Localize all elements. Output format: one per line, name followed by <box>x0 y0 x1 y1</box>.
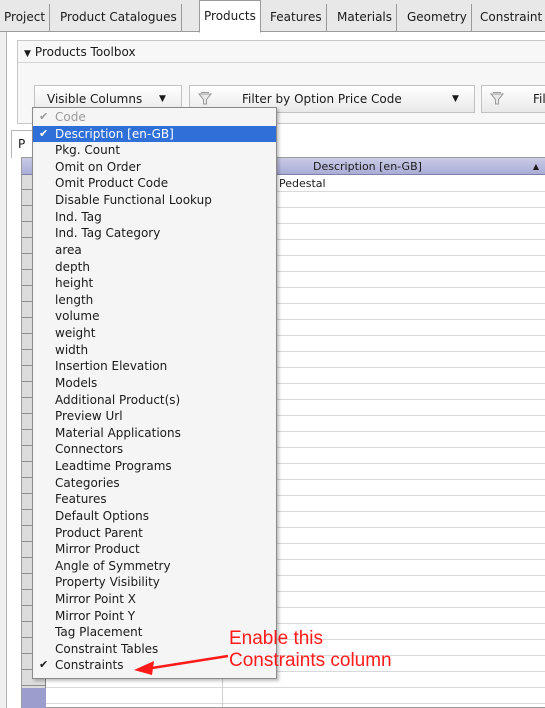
menu-item-label: Constraints <box>55 658 124 673</box>
menu-item-label: Ind. Tag Category <box>55 226 161 241</box>
menu-item-description-en-gb[interactable]: ✔ Description [en-GB] <box>33 125 276 143</box>
menu-item-ind-tag-category[interactable]: Ind. Tag Category <box>33 225 276 242</box>
filter-second-dropdown[interactable]: Filt <box>481 85 545 113</box>
menu-item-label: Features <box>55 492 107 507</box>
menu-item-label: length <box>55 292 94 307</box>
menu-item-additional-product-s[interactable]: Additional Product(s) <box>33 392 276 409</box>
menu-item-label: Disable Functional Lookup <box>55 193 212 208</box>
menu-item-label: Property Visibility <box>55 575 160 590</box>
checkmark-icon: ✔ <box>39 658 49 672</box>
column-header-description[interactable]: Description [en-GB] <box>313 158 422 175</box>
menu-item-depth[interactable]: depth <box>33 259 276 276</box>
collapse-triangle-icon: ▼ <box>24 49 31 59</box>
menu-item-label: Material Applications <box>55 425 181 440</box>
visible-columns-menu: ✔ Code ✔ Description [en-GB] Pkg. Count Omit … <box>32 107 277 679</box>
checkmark-icon: ✔ <box>39 126 49 140</box>
filter-funnel-icon <box>490 92 504 105</box>
menu-item-label: depth <box>55 259 90 274</box>
menu-item-volume[interactable]: volume <box>33 308 276 325</box>
toolbox-title: Products Toolbox <box>34 45 136 59</box>
annotation-callout: Enable this Constraints column <box>229 628 392 672</box>
toolbox-header[interactable]: ▼ Products Toolbox <box>18 41 545 63</box>
menu-item-default-options[interactable]: Default Options <box>33 508 276 525</box>
menu-item-label: Omit on Order <box>55 159 141 174</box>
menu-item-label: weight <box>55 326 96 341</box>
tab-project[interactable]: Project <box>0 4 51 32</box>
menu-item-features[interactable]: Features <box>33 491 276 508</box>
menu-item-disable-functional-lookup[interactable]: Disable Functional Lookup <box>33 192 276 209</box>
menu-item-pkg-count[interactable]: Pkg. Count <box>33 142 276 159</box>
row-selector[interactable] <box>22 688 46 708</box>
menu-item-label: Insertion Elevation <box>55 359 168 374</box>
menu-item-area[interactable]: area <box>33 242 276 259</box>
tab-geometry[interactable]: Geometry <box>403 4 472 32</box>
menu-item-product-parent[interactable]: Product Parent <box>33 525 276 542</box>
menu-item-height[interactable]: height <box>33 275 276 292</box>
menu-item-mirror-product[interactable]: Mirror Product <box>33 541 276 558</box>
menu-item-label: Models <box>55 375 98 390</box>
menu-item-connectors[interactable]: Connectors <box>33 441 276 458</box>
menu-item-label: Angle of Symmetry <box>55 558 171 573</box>
menu-item-angle-of-symmetry[interactable]: Angle of Symmetry <box>33 558 276 575</box>
menu-item-omit-on-order[interactable]: Omit on Order <box>33 159 276 176</box>
menu-item-label: Description [en-GB] <box>55 126 174 141</box>
filter-funnel-icon <box>198 92 212 105</box>
menu-item-label: Connectors <box>55 442 124 457</box>
annotation-line-1: Enable this <box>229 628 324 649</box>
tab-products[interactable]: Products <box>199 0 261 33</box>
tab-constraint[interactable]: Constraint <box>476 4 545 32</box>
menu-item-label: Additional Product(s) <box>55 392 181 407</box>
menu-item-label: width <box>55 342 89 357</box>
menu-item-material-applications[interactable]: Material Applications <box>33 425 276 442</box>
menu-item-insertion-elevation[interactable]: Insertion Elevation <box>33 358 276 375</box>
chevron-down-icon: ▼ <box>452 94 459 104</box>
menu-item-label: Preview Url <box>55 409 123 424</box>
annotation-line-2: Constraints column <box>229 650 392 671</box>
menu-item-width[interactable]: width <box>33 342 276 359</box>
menu-item-length[interactable]: length <box>33 292 276 309</box>
grid-cell-description[interactable]: Pedestal <box>279 176 326 191</box>
sort-ascending-icon[interactable]: ▲ <box>533 158 539 175</box>
menu-item-label: height <box>55 276 94 291</box>
menu-item-label: Categories <box>55 475 120 490</box>
menu-item-mirror-point-y[interactable]: Mirror Point Y <box>33 608 276 625</box>
menu-item-ind-tag[interactable]: Ind. Tag <box>33 209 276 226</box>
filter-second-label: Filt <box>533 92 545 106</box>
menu-item-label: volume <box>55 309 100 324</box>
tab-features[interactable]: Features <box>266 4 327 32</box>
menu-item-categories[interactable]: Categories <box>33 475 276 492</box>
menu-item-label: Tag Placement <box>55 625 143 640</box>
menu-item-label: Default Options <box>55 508 149 523</box>
menu-item-label: Ind. Tag <box>55 209 102 224</box>
menu-item-preview-url[interactable]: Preview Url <box>33 408 276 425</box>
main-tab-bar: Project Product Catalogues Products Feat… <box>0 0 545 33</box>
menu-item-label: Pkg. Count <box>55 143 121 158</box>
menu-item-label: Mirror Product <box>55 542 140 557</box>
menu-item-label: Mirror Point Y <box>55 608 136 623</box>
menu-item-label: area <box>55 242 82 257</box>
menu-item-leadtime-programs[interactable]: Leadtime Programs <box>33 458 276 475</box>
tab-materials[interactable]: Materials <box>333 4 398 32</box>
tab-product-catalogues[interactable]: Product Catalogues <box>56 4 182 32</box>
menu-item-weight[interactable]: weight <box>33 325 276 342</box>
menu-item-omit-product-code[interactable]: Omit Product Code <box>33 175 276 192</box>
menu-item-label: Omit Product Code <box>55 176 169 191</box>
menu-item-mirror-point-x[interactable]: Mirror Point X <box>33 591 276 608</box>
menu-item-label: Code <box>55 110 86 124</box>
checkmark-icon: ✔ <box>39 110 49 123</box>
visible-columns-label: Visible Columns <box>47 92 143 106</box>
menu-item-property-visibility[interactable]: Property Visibility <box>33 574 276 591</box>
menu-item-label: Mirror Point X <box>55 591 136 606</box>
menu-item-label: Leadtime Programs <box>55 459 172 474</box>
menu-item-models[interactable]: Models <box>33 375 276 392</box>
menu-item-label: Product Parent <box>55 525 143 540</box>
menu-item-code: ✔ Code <box>33 109 276 126</box>
annotation-arrow-icon <box>134 654 229 675</box>
